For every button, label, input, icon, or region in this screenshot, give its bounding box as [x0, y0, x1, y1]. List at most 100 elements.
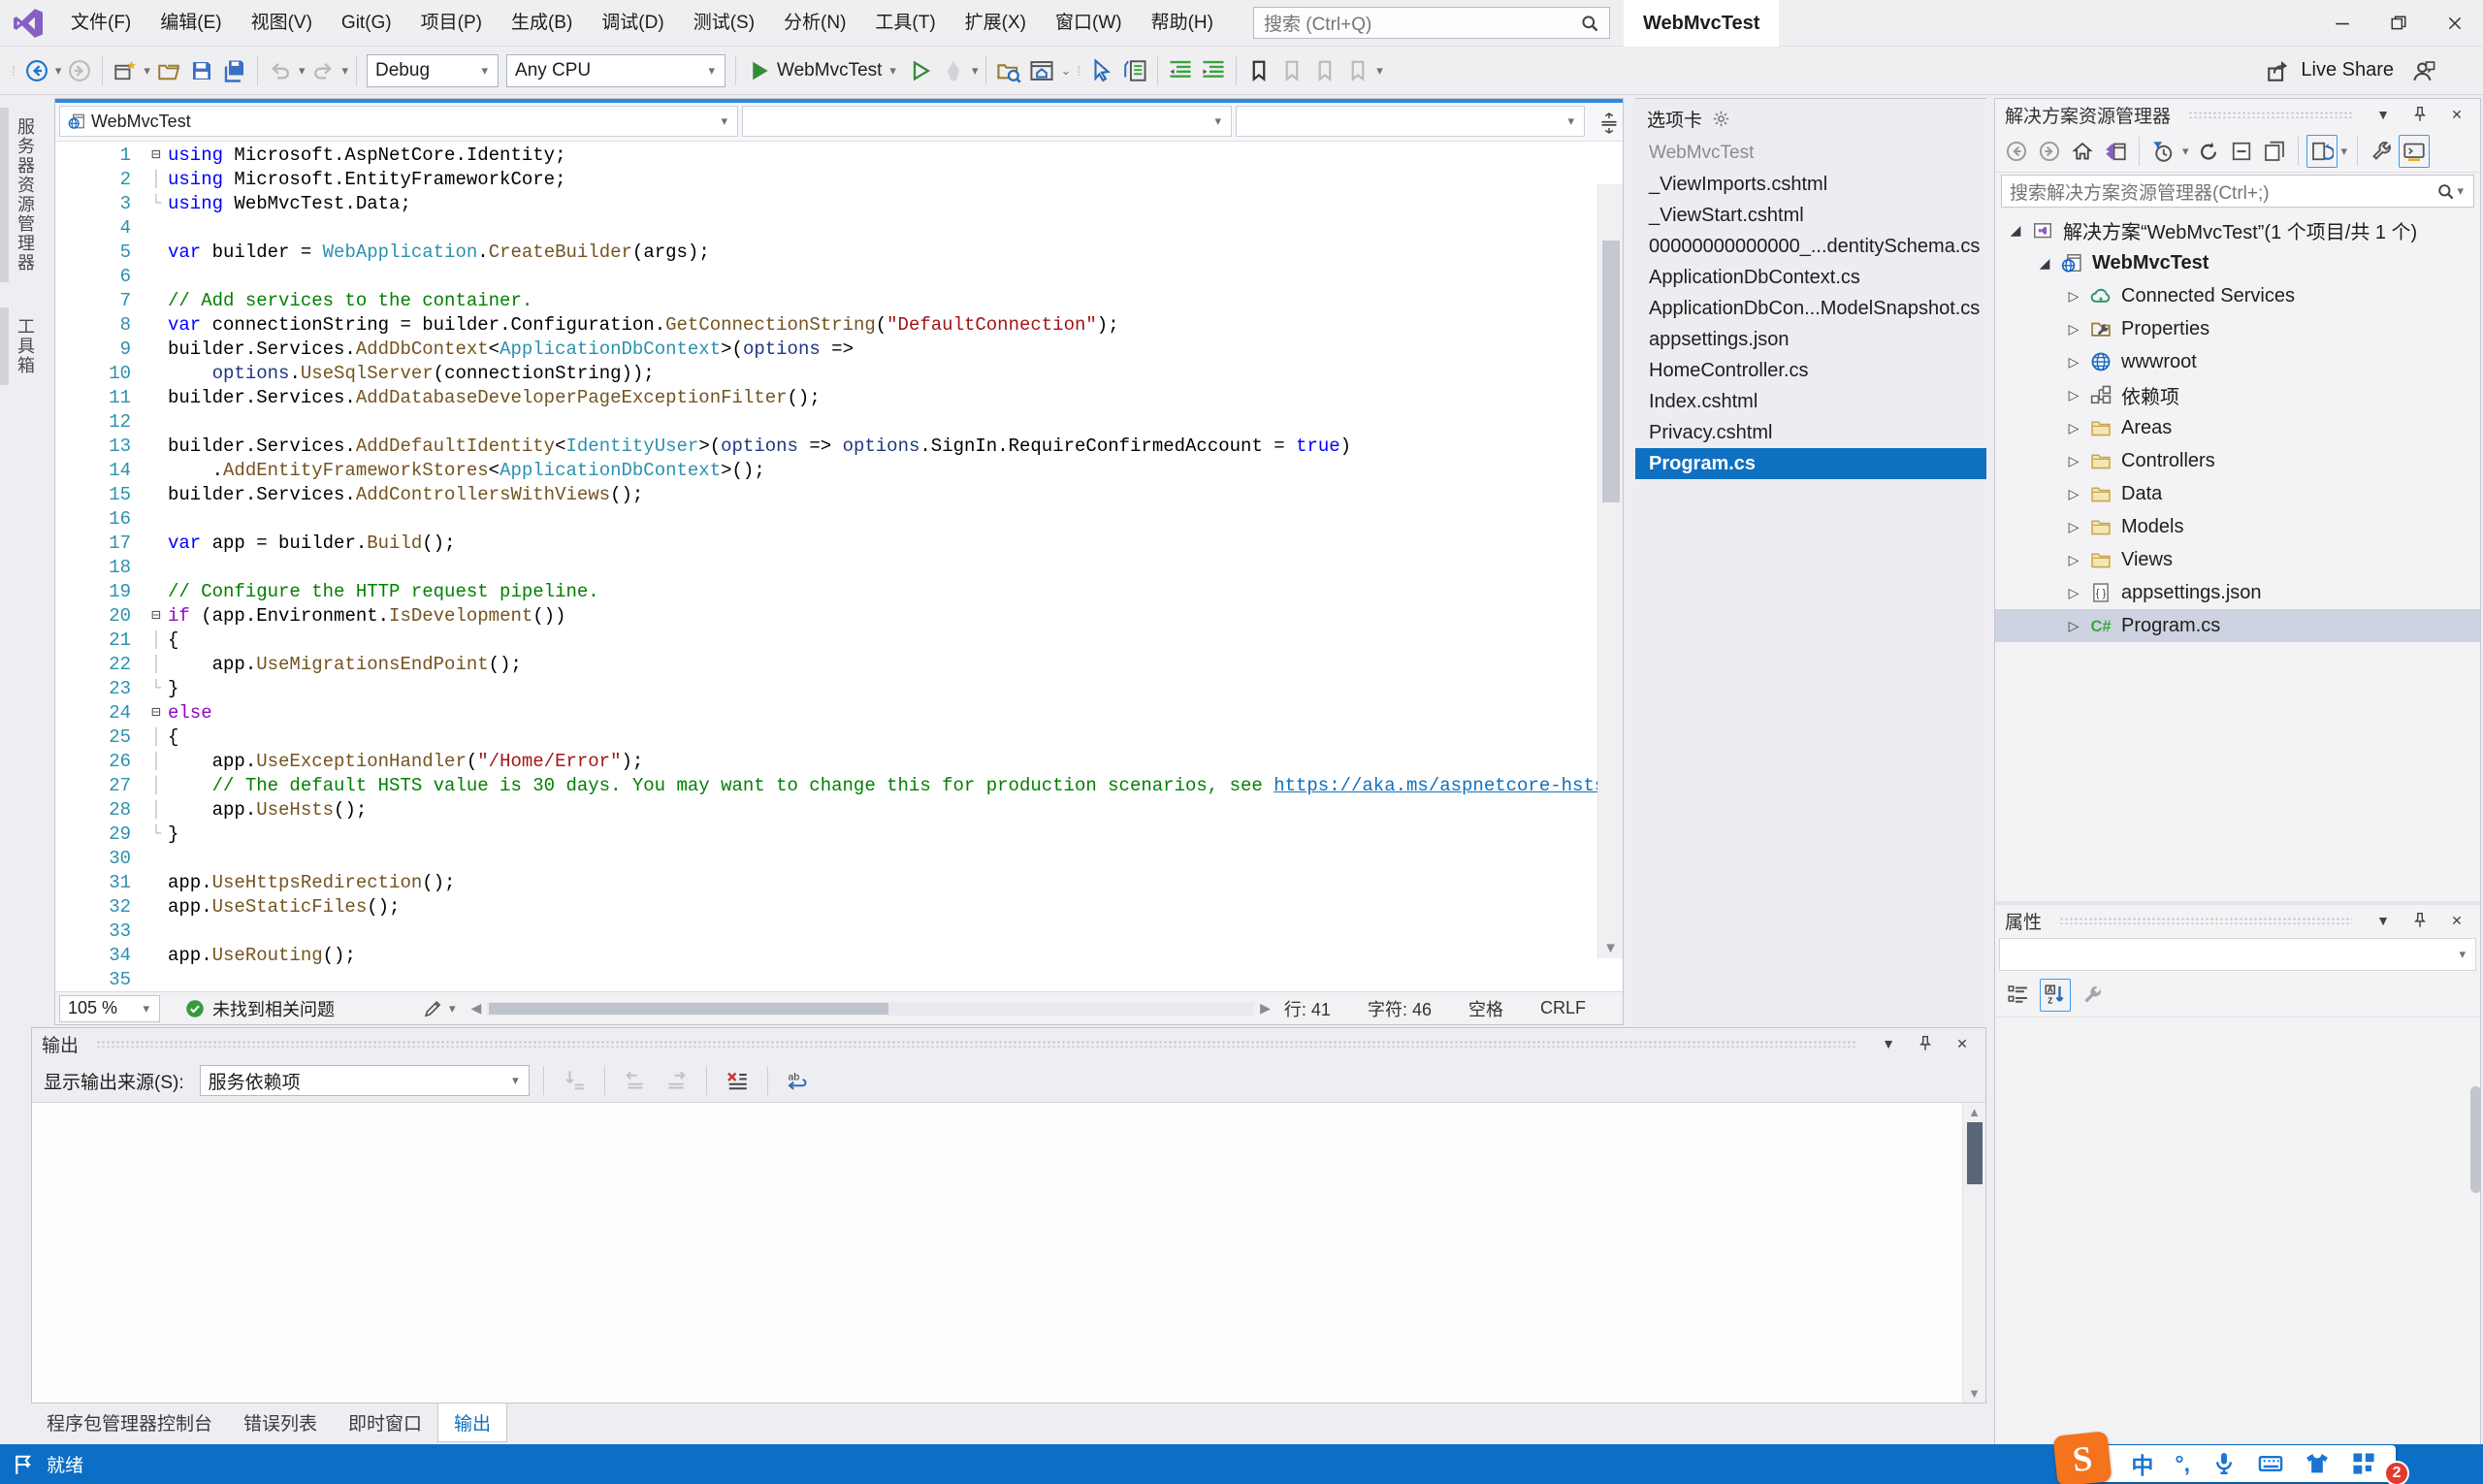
document-health-indicator[interactable]: 未找到相关问题 [185, 996, 335, 1021]
code-line-17[interactable]: 17 var app = builder.Build(); [55, 532, 1597, 556]
selection-mode-button[interactable] [1085, 53, 1118, 88]
clear-output-button[interactable] [721, 1063, 754, 1098]
solution-home-dropdown-icon[interactable]: ⌄ [1058, 63, 1073, 79]
collapsed-arrow-icon[interactable]: ▷ [2061, 288, 2086, 305]
editor-scroll-down-icon[interactable]: ▼ [1598, 940, 1623, 956]
code-line-4[interactable]: 4 [55, 216, 1597, 241]
code-line-16[interactable]: 16 [55, 507, 1597, 532]
goto-message-button[interactable] [558, 1063, 591, 1098]
restore-button[interactable] [2370, 0, 2427, 47]
menu-item-5[interactable]: 生成(B) [497, 13, 587, 33]
se-forward-button[interactable] [2034, 135, 2065, 168]
save-all-button[interactable] [218, 53, 251, 88]
se-back-button[interactable] [2001, 135, 2032, 168]
toolbar-grip-2[interactable]: ⁞ [1077, 63, 1081, 79]
minimize-button[interactable] [2314, 0, 2370, 47]
output-source-dropdown[interactable]: 服务依赖项 ▾ [199, 1065, 530, 1096]
solution-home-button[interactable] [1025, 53, 1058, 88]
fold-collapse-icon[interactable]: ⊟ [145, 701, 168, 726]
code-line-29[interactable]: 29 └} [55, 823, 1597, 847]
output-scroll-down-icon[interactable]: ▼ [1963, 1386, 1985, 1401]
code-cleanup-button[interactable]: ▾ [422, 998, 458, 1019]
next-message-button[interactable] [660, 1063, 693, 1098]
pin-icon[interactable] [2406, 912, 2434, 929]
menu-item-6[interactable]: 调试(D) [587, 13, 678, 33]
menu-item-1[interactable]: 编辑(E) [145, 13, 236, 33]
open-document-item-4[interactable]: ApplicationDbCon...ModelSnapshot.cs [1635, 293, 1986, 324]
close-button[interactable] [2427, 0, 2483, 47]
previous-message-button[interactable] [619, 1063, 652, 1098]
code-line-22[interactable]: 22 │ app.UseMigrationsEndPoint(); [55, 653, 1597, 677]
undo-button[interactable] [264, 53, 297, 88]
ime-skin-icon[interactable] [2305, 1451, 2330, 1476]
panel-drag-grip[interactable] [96, 1040, 1857, 1048]
se-preview-selected-items-button[interactable] [2399, 134, 2431, 168]
open-document-item-2[interactable]: 00000000000000_...dentitySchema.cs [1635, 231, 1986, 262]
menu-item-7[interactable]: 测试(S) [679, 13, 769, 33]
redo-button[interactable] [306, 53, 339, 88]
tree-node-9[interactable]: ▷ Models [1995, 510, 2480, 543]
code-line-21[interactable]: 21 │{ [55, 629, 1597, 653]
bottom-tab-1[interactable]: 错误列表 [228, 1403, 333, 1441]
output-scroll-up-icon[interactable]: ▲ [1963, 1105, 1985, 1119]
toolbar-grip[interactable]: ⁞ [12, 63, 16, 79]
quick-search-box[interactable]: 搜索 (Ctrl+Q) [1252, 7, 1610, 39]
code-line-2[interactable]: 2 │ using Microsoft.EntityFrameworkCore; [55, 168, 1597, 192]
code-line-15[interactable]: 15 builder.Services.AddControllersWithVie… [55, 483, 1597, 507]
ime-menu-grid-icon[interactable] [2351, 1451, 2376, 1476]
toggle-word-wrap-button[interactable]: ab [782, 1063, 815, 1098]
se-show-all-files-button[interactable] [2259, 135, 2290, 168]
sogou-logo-icon[interactable]: S [2052, 1431, 2112, 1484]
code-line-12[interactable]: 12 [55, 410, 1597, 435]
menu-item-10[interactable]: 扩展(X) [951, 13, 1041, 33]
code-line-13[interactable]: 13 builder.Services.AddDefaultIdentity<Id… [55, 435, 1597, 459]
start-debugging-button[interactable]: WebMvcTest ▾ [742, 53, 904, 88]
collapsed-arrow-icon[interactable]: ▷ [2061, 552, 2086, 568]
code-line-26[interactable]: 26 │ app.UseExceptionHandler("/Home/Error… [55, 750, 1597, 774]
code-line-20[interactable]: 20 ⊟ if (app.Environment.IsDevelopment()) [55, 604, 1597, 629]
tree-node-3[interactable]: ▷ Properties [1995, 312, 2480, 345]
code-line-10[interactable]: 10 options.UseSqlServer(connectionString… [55, 362, 1597, 386]
code-line-9[interactable]: 9 builder.Services.AddDbContext<Applicati… [55, 338, 1597, 362]
bottom-tab-3[interactable]: 输出 [437, 1403, 508, 1442]
solution-platform-dropdown[interactable]: Any CPU ▾ [506, 53, 726, 87]
properties-object-dropdown[interactable]: ▾ [1999, 938, 2476, 971]
code-line-19[interactable]: 19// Configure the HTTP request pipeline… [55, 580, 1597, 604]
scroll-right-icon[interactable]: ▶ [1254, 1000, 1276, 1016]
menu-item-9[interactable]: 工具(T) [860, 13, 950, 33]
code-line-14[interactable]: 14 .AddEntityFrameworkStores<Application… [55, 459, 1597, 483]
bottom-tab-2[interactable]: 即时窗口 [333, 1403, 437, 1441]
props-alphabetical-button[interactable]: AZ [2040, 978, 2071, 1012]
fold-collapse-icon[interactable]: ⊟ [145, 604, 168, 629]
find-in-files-button[interactable] [992, 53, 1025, 88]
redo-dropdown-icon[interactable]: ▾ [339, 63, 350, 79]
close-panel-icon[interactable]: ✕ [2443, 107, 2470, 123]
se-sync-dropdown-icon[interactable]: ▾ [2339, 144, 2350, 159]
open-document-item-7[interactable]: Index.cshtml [1635, 386, 1986, 417]
tree-node-8[interactable]: ▷ Data [1995, 477, 2480, 510]
live-share-button[interactable]: Live Share [2258, 52, 2402, 89]
collapsed-arrow-icon[interactable]: ▷ [2061, 420, 2086, 436]
tree-node-10[interactable]: ▷ Views [1995, 543, 2480, 576]
collapsed-arrow-icon[interactable]: ▷ [2061, 453, 2086, 469]
code-line-33[interactable]: 33 [55, 919, 1597, 944]
previous-bookmark-button[interactable] [1275, 53, 1308, 88]
editor-horizontal-scrollbar[interactable]: ◀ ▶ [466, 1000, 1276, 1016]
se-home-button[interactable] [2067, 135, 2098, 168]
tree-node-1[interactable]: ◢ WebMvcTest [1995, 246, 2480, 279]
open-document-item-8[interactable]: Privacy.cshtml [1635, 417, 1986, 448]
next-bookmark-button[interactable] [1308, 53, 1341, 88]
collapsed-arrow-icon[interactable]: ▷ [2061, 486, 2086, 502]
navigate-back-button[interactable] [20, 53, 53, 88]
code-line-35[interactable]: 35 [55, 968, 1597, 991]
menu-item-12[interactable]: 帮助(H) [1137, 13, 1228, 33]
editor-nav-type-dropdown[interactable]: ▾ [742, 106, 1232, 137]
code-line-25[interactable]: 25 │{ [55, 726, 1597, 750]
collapsed-arrow-icon[interactable]: ▷ [2061, 585, 2086, 601]
editor-zoom-dropdown[interactable]: 105 % ▾ [59, 994, 160, 1022]
solution-explorer-search-box[interactable]: 搜索解决方案资源管理器(Ctrl+;) ▾ [2001, 175, 2474, 208]
output-scrollbar-thumb[interactable] [1967, 1122, 1983, 1184]
menu-item-4[interactable]: 项目(P) [406, 13, 497, 33]
window-position-dropdown-icon[interactable]: ▼ [2370, 107, 2397, 122]
code-line-28[interactable]: 28 │ app.UseHsts(); [55, 798, 1597, 823]
